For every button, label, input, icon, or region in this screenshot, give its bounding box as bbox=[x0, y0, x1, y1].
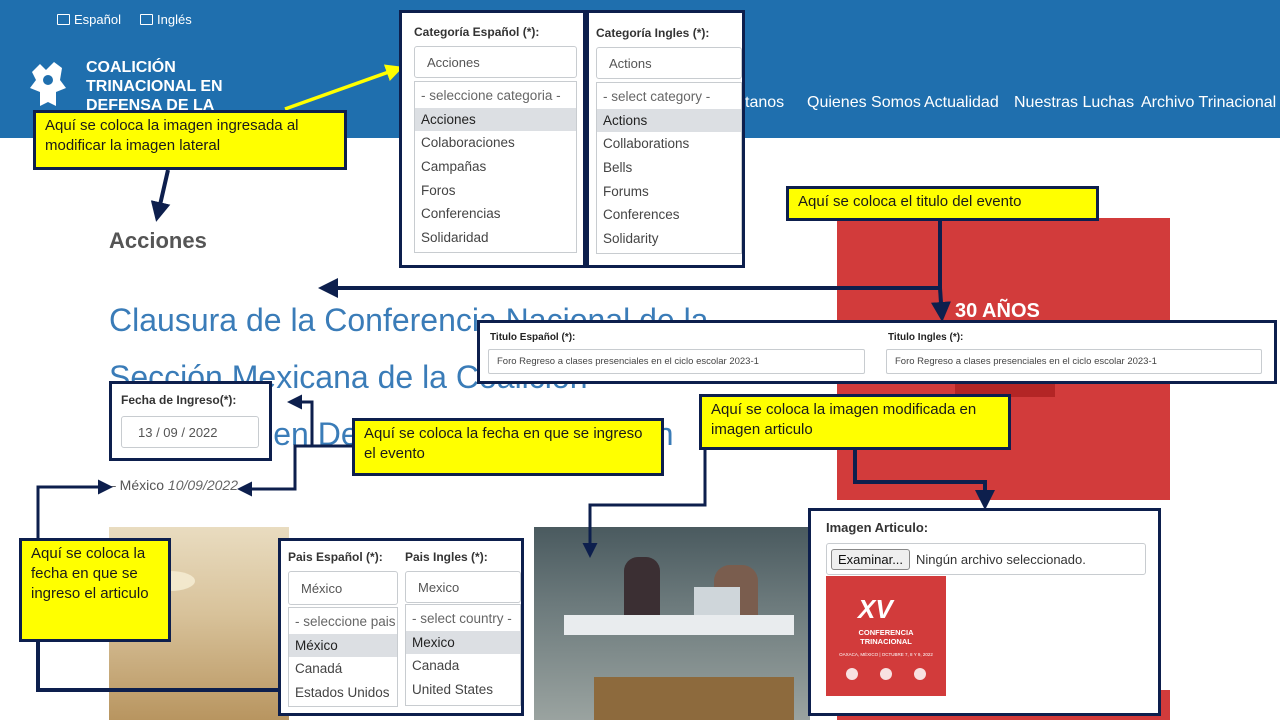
category-es-select[interactable]: Acciones bbox=[414, 46, 577, 78]
title-panel: Titulo Español (*): Foro Regreso a clase… bbox=[477, 320, 1277, 384]
country-es-option[interactable]: - seleccione pais bbox=[289, 610, 397, 634]
title-en-input[interactable]: Foro Regreso a clases presenciales en el… bbox=[886, 349, 1262, 374]
country-es-option[interactable]: Canadá bbox=[289, 657, 397, 681]
callout-article-date: Aquí se coloca la fecha en que se ingres… bbox=[19, 538, 171, 642]
category-en-select[interactable]: Actions bbox=[596, 47, 742, 79]
callout-event-title: Aquí se coloca el titulo del evento bbox=[786, 186, 1099, 221]
category-en-option-selected[interactable]: Actions bbox=[597, 108, 741, 133]
article-country: – México bbox=[108, 477, 165, 493]
date-entry-panel: Fecha de Ingreso(*): 13 / 09 / 2022 bbox=[109, 381, 272, 461]
image-article-label: Imagen Articulo: bbox=[826, 520, 929, 535]
article-thumbnail: XV CONFERENCIA TRINACIONAL OAXACA, MÉXIC… bbox=[826, 576, 946, 696]
image-article-panel: Imagen Articulo: Examinar... Ningún arch… bbox=[808, 508, 1161, 716]
country-es-label: Pais Español (*): bbox=[288, 550, 383, 564]
browse-button[interactable]: Examinar... bbox=[831, 548, 911, 570]
category-panel: Categoría Español (*): Acciones - selecc… bbox=[399, 10, 745, 268]
category-en-option[interactable]: Conferences bbox=[597, 203, 741, 227]
category-es-option[interactable]: Campañas bbox=[415, 155, 576, 179]
nav-archivo-trinacional[interactable]: Archivo Trinacional bbox=[1141, 94, 1276, 112]
title-en-label: Titulo Ingles (*): bbox=[888, 332, 964, 343]
callout-lateral-image: Aquí se coloca la imagen ingresada al mo… bbox=[33, 110, 347, 170]
country-en-option[interactable]: United States bbox=[406, 678, 520, 702]
category-es-option[interactable]: - seleccione categoria - bbox=[415, 84, 576, 108]
thumbnail-number: XV bbox=[858, 594, 893, 624]
country-es-select[interactable]: México bbox=[288, 571, 398, 605]
date-entry-label: Fecha de Ingreso(*): bbox=[121, 393, 237, 407]
country-en-select[interactable]: Mexico bbox=[405, 571, 521, 603]
category-es-label: Categoría Español (*): bbox=[414, 25, 540, 39]
file-status: Ningún archivo seleccionado. bbox=[916, 551, 1086, 567]
country-panel: Pais Español (*): México - seleccione pa… bbox=[278, 538, 524, 716]
country-es-option-selected[interactable]: México bbox=[289, 633, 397, 658]
category-es-option[interactable]: Colaboraciones bbox=[415, 131, 576, 155]
lang-spanish-label: Español bbox=[74, 12, 121, 27]
category-es-options: - seleccione categoria - Acciones Colabo… bbox=[414, 81, 577, 253]
category-es-option[interactable]: Conferencias bbox=[415, 202, 576, 226]
image-file-input[interactable]: Examinar... Ningún archivo seleccionado. bbox=[826, 543, 1146, 575]
category-es-option[interactable]: Foros bbox=[415, 179, 576, 203]
lang-english-label: Inglés bbox=[157, 12, 192, 27]
article-photo-right bbox=[534, 527, 810, 720]
nav-quienes-somos[interactable]: Quienes Somos bbox=[807, 94, 921, 112]
flag-icon bbox=[140, 14, 153, 25]
callout-article-image: Aquí se coloca la imagen modificada en i… bbox=[699, 394, 1011, 450]
category-en-option[interactable]: Collaborations bbox=[597, 132, 741, 156]
country-es-options: - seleccione pais México Canadá Estados … bbox=[288, 607, 398, 707]
category-en-option[interactable]: Forums bbox=[597, 180, 741, 204]
article-date: 10/09/2022 bbox=[167, 477, 238, 493]
country-en-label: Pais Ingles (*): bbox=[405, 550, 488, 564]
category-en-option[interactable]: - select category - bbox=[597, 85, 741, 109]
flag-icon bbox=[57, 14, 70, 25]
nav-actualidad[interactable]: Actualidad bbox=[924, 94, 999, 112]
category-en-option[interactable]: Solidarity bbox=[597, 227, 741, 251]
callout-event-date: Aquí se coloca la fecha en que se ingres… bbox=[352, 418, 664, 476]
country-en-option-selected[interactable]: Mexico bbox=[406, 630, 520, 655]
thumbnail-caption: CONFERENCIA TRINACIONAL bbox=[858, 628, 914, 646]
date-entry-input[interactable]: 13 / 09 / 2022 bbox=[121, 416, 259, 448]
title-es-input[interactable]: Foro Regreso a clases presenciales en el… bbox=[488, 349, 865, 374]
category-en-option[interactable]: Bells bbox=[597, 156, 741, 180]
category-en-options: - select category - Actions Collaboratio… bbox=[596, 82, 742, 254]
category-es-option-selected[interactable]: Acciones bbox=[415, 107, 576, 132]
category-es-option[interactable]: Solidaridad bbox=[415, 226, 576, 250]
article-meta: – México 10/09/2022 bbox=[108, 477, 238, 493]
section-title: Acciones bbox=[109, 228, 207, 253]
country-en-option[interactable]: - select country - bbox=[406, 607, 520, 631]
nav-nuestras-luchas[interactable]: Nuestras Luchas bbox=[1014, 94, 1134, 112]
country-en-options: - select country - Mexico Canada United … bbox=[405, 604, 521, 706]
country-en-option[interactable]: Canada bbox=[406, 654, 520, 678]
country-es-option[interactable]: Estados Unidos bbox=[289, 681, 397, 705]
thumbnail-footer: OAXACA, MÉXICO | OCTUBRE 7, 8 Y 9, 2022 bbox=[839, 652, 933, 657]
coalition-logo-icon[interactable] bbox=[26, 58, 70, 110]
title-es-label: Titulo Español (*): bbox=[490, 332, 576, 343]
lang-spanish-link[interactable]: Español bbox=[57, 12, 121, 27]
category-en-label: Categoría Ingles (*): bbox=[596, 26, 710, 40]
lang-english-link[interactable]: Inglés bbox=[140, 12, 192, 27]
brand-name[interactable]: COALICIÓN TRINACIONAL EN DEFENSA DE LA E… bbox=[86, 58, 276, 116]
